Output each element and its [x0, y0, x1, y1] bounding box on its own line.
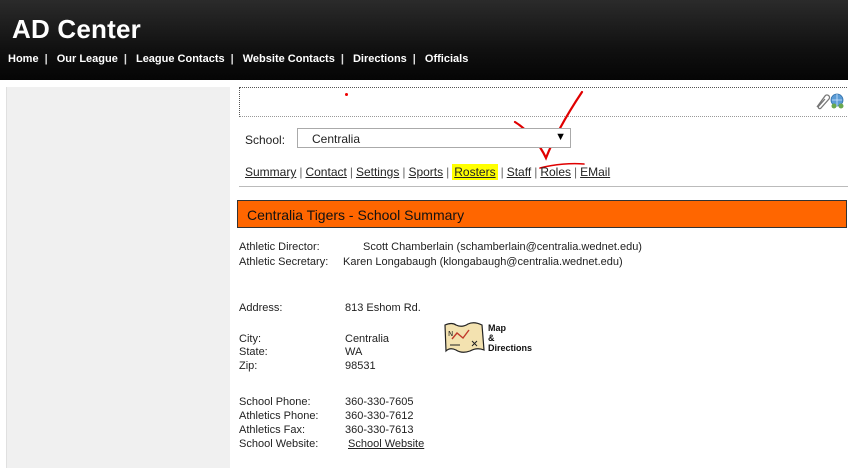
school-label: School: — [245, 133, 286, 147]
dropdown-arrow-icon[interactable]: ▼ — [555, 131, 566, 143]
left-sidebar — [6, 87, 230, 468]
zip-value: 98531 — [345, 360, 376, 372]
city-label: City: — [239, 333, 261, 345]
globe-people-icon[interactable] — [830, 93, 844, 109]
tab-summary[interactable]: Summary — [245, 165, 296, 179]
athletic-director-label: Athletic Director: — [239, 241, 320, 253]
city-value: Centralia — [345, 333, 390, 345]
school-select[interactable]: Centralia ▼ — [297, 128, 571, 148]
svg-text:N: N — [448, 330, 453, 338]
athletics-fax-label: Athletics Fax: — [239, 424, 306, 436]
athletics-phone-label: Athletics Phone: — [239, 410, 319, 422]
school-phone-value: 360-330-7605 — [345, 396, 414, 408]
school-subnav: Summary | Contact | Settings | Sports | Rosters |… — [245, 164, 611, 180]
summary-title: Centralia Tigers - School Summary — [247, 207, 465, 223]
state-label: State: — [239, 346, 268, 358]
annotation-dot — [345, 93, 348, 96]
zip-label: Zip: — [239, 360, 258, 372]
top-nav: Home | Our League | League Contacts | Websi… — [8, 53, 469, 65]
school-website-link[interactable]: School Website — [348, 438, 424, 450]
nav-home[interactable]: Home — [8, 53, 39, 65]
nav-league-contacts[interactable]: League Contacts — [136, 53, 225, 65]
nav-officials[interactable]: Officials — [425, 53, 468, 65]
tab-roles[interactable]: Roles — [540, 165, 571, 179]
nav-website-contacts[interactable]: Website Contacts — [243, 53, 335, 65]
athletic-secretary-label: Athletic Secretary: — [239, 256, 329, 268]
subnav-divider — [239, 186, 848, 187]
address-value: 813 Eshom Rd. — [345, 302, 421, 314]
tab-email[interactable]: EMail — [580, 165, 610, 179]
athletics-phone-value: 360-330-7612 — [345, 410, 414, 422]
tab-rosters[interactable]: Rosters — [452, 164, 498, 180]
school-select-value: Centralia — [312, 132, 361, 146]
app-title: AD Center — [12, 14, 141, 44]
header-bar: AD Center Home | Our League | League Conta… — [0, 0, 848, 80]
tab-sports[interactable]: Sports — [408, 165, 443, 179]
athletic-director-value: Scott Chamberlain (schamberlain@centrali… — [363, 241, 642, 253]
paperclip-icon[interactable] — [816, 94, 831, 110]
tab-settings[interactable]: Settings — [356, 165, 399, 179]
tab-staff[interactable]: Staff — [507, 165, 531, 179]
map-directions-link[interactable]: Map & Directions — [488, 323, 532, 353]
nav-our-league[interactable]: Our League — [57, 53, 118, 65]
toolbar-icons — [816, 93, 844, 110]
school-phone-label: School Phone: — [239, 396, 311, 408]
athletics-fax-value: 360-330-7613 — [345, 424, 414, 436]
nav-directions[interactable]: Directions — [353, 53, 407, 65]
athletic-secretary-value: Karen Longabaugh (klongabaugh@centralia.… — [343, 256, 623, 268]
map-directions-icon[interactable]: N — [442, 321, 487, 354]
school-website-label: School Website: — [239, 438, 319, 450]
address-label: Address: — [239, 302, 283, 314]
state-value: WA — [345, 346, 363, 358]
tab-contact[interactable]: Contact — [305, 165, 346, 179]
summary-header: Centralia Tigers - School Summary — [237, 200, 847, 228]
